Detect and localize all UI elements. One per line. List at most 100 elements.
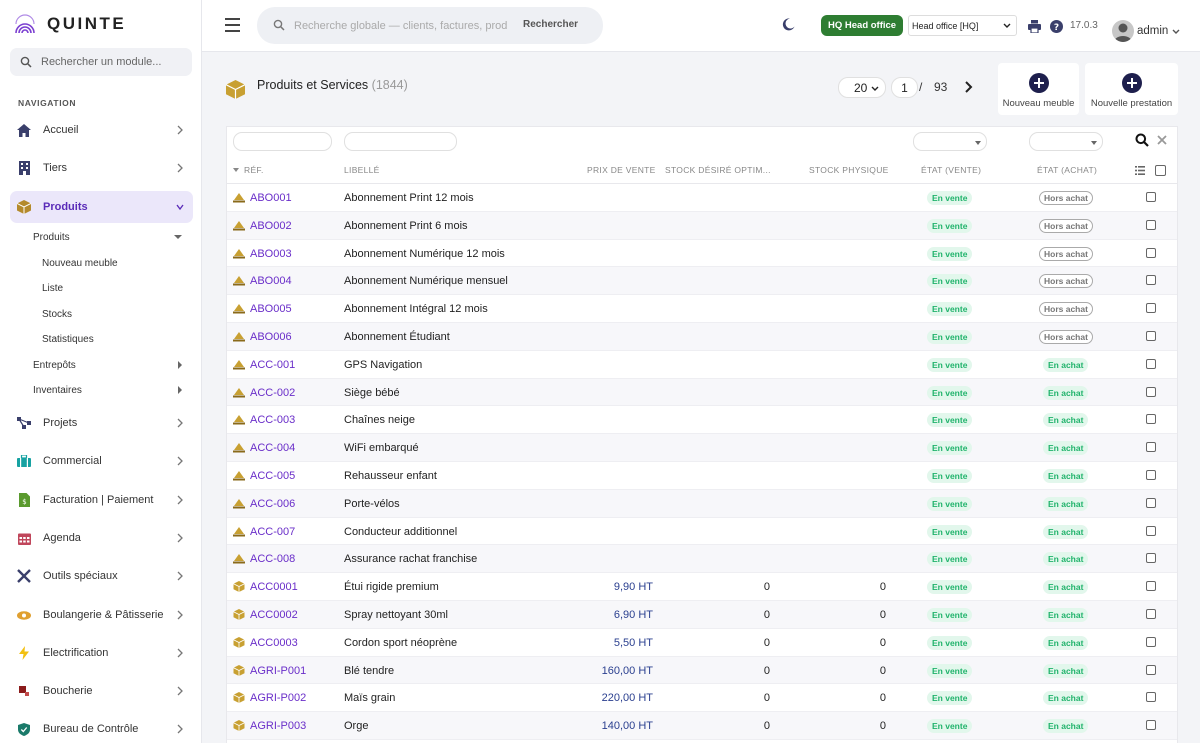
row-checkbox[interactable] [1146, 303, 1156, 314]
submenu-nouveau-meuble[interactable]: Nouveau meuble [20, 252, 192, 274]
table-row[interactable]: AGRI-P003 Orge 140,00 HT 0 0 En vente En achat [227, 712, 1177, 740]
new-service-button[interactable]: Nouvelle prestation [1085, 63, 1178, 115]
row-checkbox[interactable] [1146, 219, 1156, 230]
filter-label-input[interactable] [344, 132, 457, 151]
sidebar-item-electrification[interactable]: Electrification [10, 637, 193, 669]
row-checkbox[interactable] [1146, 331, 1156, 341]
page-size-select[interactable]: 20 [838, 77, 886, 98]
table-row[interactable]: ACC-008 Assurance rachat franchise En vent… [227, 545, 1177, 574]
col-state-buy[interactable]: ÉTAT (ACHAT) [1037, 165, 1097, 175]
print-icon[interactable] [1028, 20, 1041, 33]
col-price[interactable]: PRIX DE VENTE [587, 165, 656, 175]
row-checkbox[interactable] [1146, 386, 1156, 397]
sidebar-item-outils-speciaux[interactable]: Outils spéciaux [10, 560, 193, 592]
filter-buy-select[interactable] [1029, 132, 1103, 151]
column-list-icon[interactable] [1135, 166, 1145, 175]
table-row[interactable]: AGRI-P002 Maïs grain 220,00 HT 0 0 En vente En… [227, 684, 1177, 713]
entity-badge[interactable]: HQ Head office [821, 15, 904, 36]
table-row[interactable]: ABO006 Abonnement Étudiant En vente Hors ac… [227, 323, 1177, 351]
row-checkbox[interactable] [1146, 525, 1156, 536]
product-ref-link[interactable]: ABO006 [250, 331, 292, 343]
product-ref-link[interactable]: ABO005 [250, 303, 292, 315]
table-row[interactable]: ACC0003 Cordon sport néoprène 5,50 HT 0 0 En … [227, 629, 1177, 657]
product-ref-link[interactable]: AGRI-P003 [250, 720, 306, 732]
product-ref-link[interactable]: ACC-004 [250, 442, 295, 454]
module-search-input[interactable] [41, 56, 181, 68]
submenu-inventaires[interactable]: Inventaires [20, 379, 192, 401]
product-ref-link[interactable]: ABO002 [250, 220, 292, 232]
table-row[interactable]: ACC-006 Porte-vélos En vente En achat [227, 489, 1177, 518]
col-stock-physical[interactable]: STOCK PHYSIQUE [809, 165, 889, 175]
row-checkbox[interactable] [1146, 664, 1156, 675]
submenu-statistiques[interactable]: Statistiques [20, 328, 192, 350]
table-row[interactable]: ABO005 Abonnement Intégral 12 mois En vent… [227, 295, 1177, 323]
sidebar-item-projets[interactable]: Projets [10, 407, 193, 439]
sidebar-item-commercial[interactable]: Commercial [10, 445, 193, 477]
col-label[interactable]: LIBELLÉ [344, 165, 380, 175]
filter-ref-input[interactable] [233, 132, 332, 151]
sidebar-item-accueil[interactable]: Accueil [10, 114, 193, 146]
table-row[interactable]: ACC-001 GPS Navigation En vente En achat [227, 351, 1177, 379]
table-row[interactable]: ACC-002 Siège bébé En vente En achat [227, 378, 1177, 407]
current-page-input[interactable] [891, 77, 918, 98]
product-ref-link[interactable]: ACC-006 [250, 498, 295, 510]
col-ref[interactable]: RÉF. [244, 165, 264, 175]
product-ref-link[interactable]: AGRI-P001 [250, 665, 306, 677]
table-row[interactable]: ACC0001 Étui rigide premium 9,90 HT 0 0 En ve… [227, 573, 1177, 601]
table-row[interactable]: ABO002 Abonnement Print 6 mois En vente Hor… [227, 211, 1177, 240]
product-ref-link[interactable]: ACC0003 [250, 637, 298, 649]
table-row[interactable]: ACC-005 Rehausseur enfant En vente En achat [227, 462, 1177, 490]
row-checkbox[interactable] [1146, 692, 1156, 703]
row-checkbox[interactable] [1146, 720, 1156, 731]
close-icon[interactable] [1157, 135, 1167, 145]
row-checkbox[interactable] [1146, 275, 1156, 286]
menu-toggle-icon[interactable] [225, 18, 240, 32]
sidebar-item-facturation[interactable]: $ Facturation | Paiement [10, 484, 193, 516]
product-ref-link[interactable]: ACC-008 [250, 553, 295, 565]
sidebar-item-bureau-de-controle[interactable]: Bureau de Contrôle [10, 713, 193, 743]
product-ref-link[interactable]: AGRI-P002 [250, 692, 306, 704]
user-menu[interactable]: admin [1137, 25, 1168, 37]
row-checkbox[interactable] [1146, 442, 1156, 453]
help-icon[interactable]: ? [1050, 20, 1063, 33]
table-row[interactable]: ABO001 Abonnement Print 12 mois En vente Ho… [227, 184, 1177, 212]
select-all-checkbox[interactable] [1155, 165, 1166, 176]
table-row[interactable]: AGRI-P001 Blé tendre 160,00 HT 0 0 En vente En… [227, 656, 1177, 685]
submenu-produits[interactable]: Produits [20, 226, 192, 248]
submenu-entrepots[interactable]: Entrepôts [20, 354, 192, 376]
search-icon[interactable] [1135, 133, 1149, 147]
sort-desc-icon[interactable] [233, 168, 239, 172]
sidebar-item-boulangerie[interactable]: Boulangerie & Pâtisserie [10, 599, 193, 631]
row-checkbox[interactable] [1146, 414, 1156, 425]
row-checkbox[interactable] [1146, 581, 1156, 592]
col-state-sell[interactable]: ÉTAT (VENTE) [921, 165, 981, 175]
moon-icon[interactable] [782, 18, 795, 31]
sidebar-item-tiers[interactable]: Tiers [10, 152, 193, 184]
product-ref-link[interactable]: ACC-001 [250, 359, 295, 371]
submenu-stocks[interactable]: Stocks [20, 303, 192, 325]
product-ref-link[interactable]: ABO001 [250, 192, 292, 204]
sidebar-item-agenda[interactable]: Agenda [10, 522, 193, 554]
product-ref-link[interactable]: ACC0001 [250, 581, 298, 593]
search-button[interactable]: Rechercher [523, 19, 578, 30]
new-furniture-button[interactable]: Nouveau meuble [998, 63, 1079, 115]
col-stock-desired[interactable]: STOCK DÉSIRÉ OPTIM... [665, 165, 771, 175]
submenu-liste[interactable]: Liste [20, 277, 192, 299]
row-checkbox[interactable] [1146, 192, 1156, 202]
chevron-down-icon[interactable] [1172, 28, 1180, 35]
brand[interactable]: QUINTE [14, 12, 126, 36]
filter-sell-select[interactable] [913, 132, 987, 151]
product-ref-link[interactable]: ACC-002 [250, 387, 295, 399]
row-checkbox[interactable] [1146, 609, 1156, 619]
avatar[interactable] [1112, 20, 1134, 42]
table-row[interactable]: ACC-007 Conducteur additionnel En vente En … [227, 518, 1177, 546]
sidebar-item-produits[interactable]: Produits [10, 191, 193, 223]
product-ref-link[interactable]: ABO003 [250, 248, 292, 260]
table-row[interactable]: ABO003 Abonnement Numérique 12 mois En ven… [227, 240, 1177, 268]
product-ref-link[interactable]: ACC-005 [250, 470, 295, 482]
table-row[interactable]: ACC-004 WiFi embarqué En vente En achat [227, 434, 1177, 462]
chevron-right-icon[interactable] [964, 80, 974, 94]
sidebar-item-boucherie[interactable]: Boucherie [10, 675, 193, 707]
table-row[interactable]: ACC0002 Spray nettoyant 30ml 6,90 HT 0 0 En v… [227, 601, 1177, 629]
product-ref-link[interactable]: ACC-007 [250, 526, 295, 538]
